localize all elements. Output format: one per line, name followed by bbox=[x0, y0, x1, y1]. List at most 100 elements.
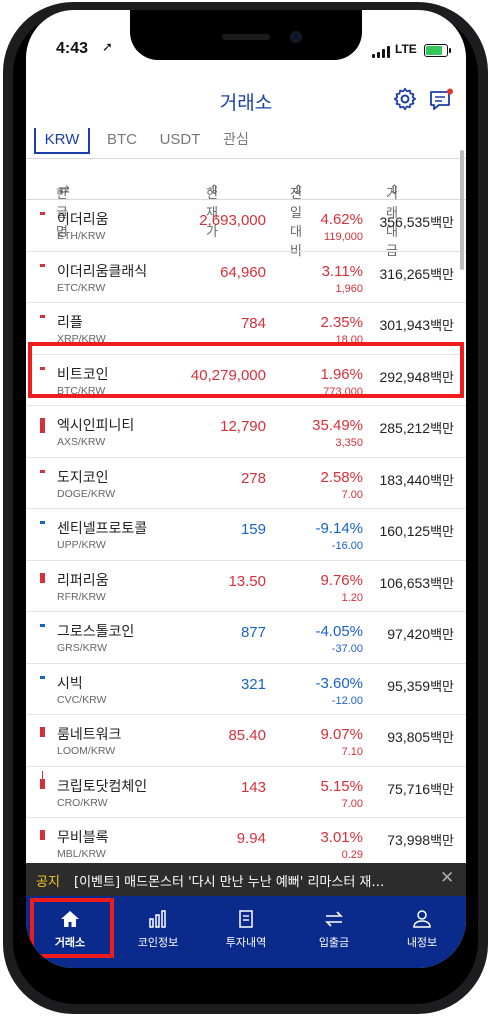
coin-row[interactable]: 그로스톨코인 GRS/KRW 877 -4.05% -37.00 97,420백만 bbox=[26, 612, 466, 664]
document-icon bbox=[239, 910, 253, 928]
coin-row[interactable]: 이더리움 ETH/KRW 2,693,000 4.62% 119,000 356,535백… bbox=[26, 200, 466, 252]
coin-volume: 73,998백만 bbox=[387, 832, 454, 849]
coin-change-percent: 3.11% bbox=[321, 262, 363, 280]
coin-pair: LOOM/KRW bbox=[57, 745, 116, 757]
nav-exchange[interactable]: 거래소 bbox=[26, 896, 114, 956]
nav-coin-info[interactable]: 코인정보 bbox=[114, 896, 202, 956]
nav-label: 거래소 bbox=[54, 936, 86, 949]
coin-name: 크립토닷컴체인 bbox=[57, 778, 148, 795]
nav-my-info[interactable]: 내정보 bbox=[378, 896, 466, 956]
coin-pair: RFR/KRW bbox=[57, 590, 106, 603]
coin-change-percent: -9.14% bbox=[315, 520, 363, 537]
candle-icon bbox=[38, 561, 46, 612]
coin-name: 이더리움클래식 bbox=[57, 263, 148, 280]
coin-row[interactable]: 시빅 CVC/KRW 321 -3.60% -12.00 95,359백만 bbox=[26, 664, 466, 715]
candle-icon bbox=[38, 406, 46, 457]
notice-banner[interactable]: 공지 [이벤트] 매드몬스터 '다시 만난 누난 예뻐' 리마스터 재… ✕ bbox=[26, 863, 466, 896]
coin-change-amount: 0.29 bbox=[341, 849, 363, 861]
candle-icon bbox=[38, 715, 46, 766]
chat-icon[interactable] bbox=[428, 88, 454, 112]
coin-row[interactable]: 크립토닷컴체인 CRO/KRW 143 5.15% 7.00 75,716백만 bbox=[26, 767, 466, 818]
coin-change-percent: -4.05% bbox=[315, 623, 363, 640]
coin-price: 13.50 bbox=[228, 572, 266, 590]
coin-price: 159 bbox=[240, 521, 266, 538]
candle-icon bbox=[38, 509, 46, 560]
close-icon[interactable]: ✕ bbox=[440, 868, 454, 888]
candle-icon bbox=[38, 458, 46, 509]
coin-price: 321 bbox=[240, 675, 266, 693]
battery-tip bbox=[449, 48, 451, 53]
coin-row[interactable]: 센티넬프로토콜 UPP/KRW 159 -9.14% -16.00 160,125백만 bbox=[26, 509, 466, 561]
coin-row[interactable]: 리플 XRP/KRW 784 2.35% 18.00 301,943백만 bbox=[26, 303, 466, 355]
coin-change-amount: 7.10 bbox=[341, 746, 363, 758]
app-screen: 4:43 ➚ LTE 거래소 KRW BTC USDT 관심 한글명 ⇄ 현재가 ⇕ bbox=[26, 10, 466, 968]
coin-name: 무비블록 bbox=[57, 830, 109, 846]
transfer-icon bbox=[325, 911, 343, 927]
coin-price: 40,279,000 bbox=[190, 366, 266, 384]
coin-change-percent: 35.49% bbox=[312, 417, 363, 434]
coin-volume: 316,265백만 bbox=[379, 265, 454, 283]
candle-icon bbox=[38, 252, 46, 303]
sort-icon: ⇕ bbox=[209, 183, 220, 198]
coin-volume: 160,125백만 bbox=[379, 523, 454, 540]
nav-investments[interactable]: 투자내역 bbox=[202, 896, 290, 956]
coin-change-percent: 4.62% bbox=[320, 211, 363, 228]
coin-name: 엑시인피니티 bbox=[57, 418, 135, 434]
coin-price: 877 bbox=[240, 624, 266, 641]
coin-pair: ETC/KRW bbox=[57, 281, 106, 294]
coin-row[interactable]: 엑시인피니티 AXS/KRW 12,790 35.49% 3,350 285,212백만 bbox=[26, 406, 466, 458]
coin-row[interactable]: 리퍼리움 RFR/KRW 13.50 9.76% 1.20 106,653백만 bbox=[26, 561, 466, 612]
coin-pair: ETH/KRW bbox=[57, 230, 106, 242]
speaker-grille bbox=[222, 34, 270, 40]
notice-text[interactable]: [이벤트] 매드몬스터 '다시 만난 누난 예뻐' 리마스터 재… bbox=[74, 871, 434, 890]
coin-row[interactable]: 룸네트워크 LOOM/KRW 85.40 9.07% 7.10 93,805백만 bbox=[26, 715, 466, 767]
tab-favorites[interactable]: 관심 bbox=[214, 128, 258, 154]
coin-volume: 356,535백만 bbox=[379, 214, 454, 231]
signal-icon bbox=[372, 46, 392, 58]
coin-price: 64,960 bbox=[220, 263, 266, 281]
coin-row[interactable]: 무비블록 MBL/KRW 9.94 3.01% 0.29 73,998백만 bbox=[26, 818, 466, 870]
coin-name: 도지코인 bbox=[57, 469, 109, 486]
app-header: 거래소 bbox=[26, 84, 466, 128]
tab-btc[interactable]: BTC bbox=[100, 128, 144, 154]
nav-label: 내정보 bbox=[406, 936, 438, 949]
coin-change-amount: 1,960 bbox=[335, 282, 363, 295]
tab-krw[interactable]: KRW bbox=[34, 128, 90, 154]
coin-change-percent: -3.60% bbox=[315, 674, 363, 692]
coin-pair: MBL/KRW bbox=[57, 848, 106, 860]
front-camera bbox=[290, 31, 302, 43]
coin-change-percent: 3.01% bbox=[320, 829, 363, 846]
coin-pair: UPP/KRW bbox=[57, 539, 106, 551]
column-header: 한글명 ⇄ 현재가 ⇕ 전일대비 ⇕ 거래대금 ⇕ bbox=[26, 158, 466, 259]
coin-row[interactable]: 비트코인 BTC/KRW 40,279,000 1.96% 773,000 292,948… bbox=[26, 355, 466, 406]
coin-name: 시빅 bbox=[57, 675, 83, 692]
nav-deposit-withdraw[interactable]: 입출금 bbox=[290, 896, 378, 956]
coin-name: 리플 bbox=[57, 315, 83, 331]
coin-pair: XRP/KRW bbox=[57, 333, 106, 345]
coin-change-amount: 18.00 bbox=[335, 334, 363, 346]
coin-change-percent: 1.96% bbox=[320, 365, 363, 383]
coin-price: 9.94 bbox=[236, 830, 266, 847]
coin-change-percent: 2.35% bbox=[320, 314, 363, 331]
battery-icon bbox=[424, 44, 448, 57]
coin-change-amount: -12.00 bbox=[331, 694, 363, 707]
scrollbar[interactable] bbox=[460, 150, 464, 270]
coin-change-percent: 2.58% bbox=[320, 468, 363, 486]
coin-row[interactable]: 이더리움클래식 ETC/KRW 64,960 3.11% 1,960 316,265백만 bbox=[26, 252, 466, 303]
coin-name: 비트코인 bbox=[57, 366, 109, 383]
coin-change-amount: 119,000 bbox=[324, 231, 363, 243]
coin-price: 143 bbox=[240, 778, 266, 796]
coin-row[interactable]: 도지코인 DOGE/KRW 278 2.58% 7.00 183,440백만 bbox=[26, 458, 466, 509]
coin-price: 12,790 bbox=[220, 418, 266, 435]
coin-volume: 301,943백만 bbox=[379, 317, 454, 334]
coin-volume: 75,716백만 bbox=[387, 780, 454, 798]
gear-icon[interactable] bbox=[392, 86, 418, 112]
candle-icon bbox=[38, 612, 46, 663]
coin-name: 룸네트워크 bbox=[57, 727, 122, 743]
home-icon bbox=[61, 911, 79, 927]
market-tabs: KRW BTC USDT 관심 bbox=[26, 128, 466, 158]
coin-volume: 97,420백만 bbox=[387, 626, 454, 643]
candle-icon bbox=[38, 355, 46, 406]
network-type: LTE bbox=[395, 42, 417, 56]
tab-usdt[interactable]: USDT bbox=[154, 128, 206, 154]
